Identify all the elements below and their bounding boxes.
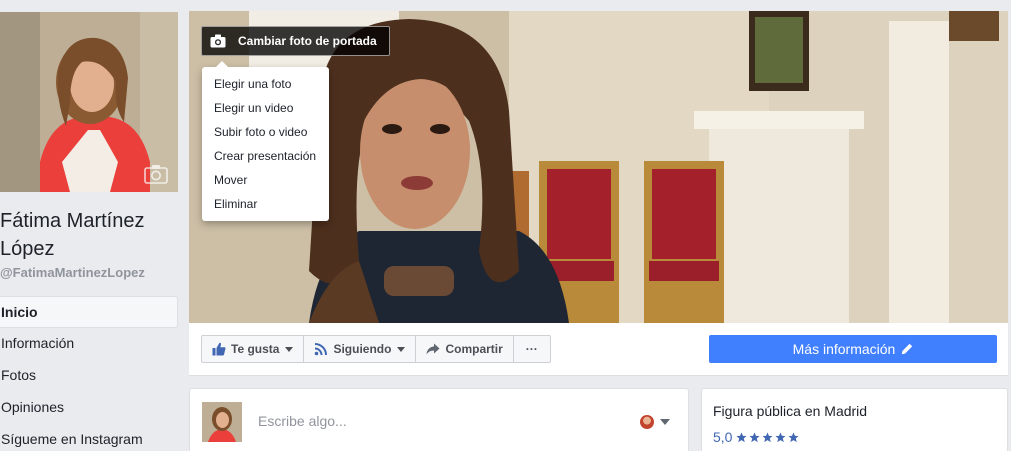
- page-category[interactable]: Figura pública en Madrid: [713, 403, 867, 419]
- nav-item-informacion[interactable]: Información: [0, 328, 178, 360]
- change-cover-label: Cambiar foto de portada: [238, 34, 377, 48]
- star-icon: [749, 431, 761, 442]
- page-nav: Inicio Información Fotos Opiniones Sígue…: [0, 296, 178, 451]
- left-column: Fátima Martínez López @FatimaMartinezLop…: [0, 0, 178, 451]
- cover-photo: Cambiar foto de portada Elegir una foto …: [189, 11, 1008, 323]
- page-name: Fátima Martínez López: [0, 210, 145, 260]
- composer-avatar: [202, 402, 242, 442]
- action-bar: Te gusta Siguiendo Compartir ··· Más inf…: [189, 323, 1008, 376]
- post-composer: Escribe algo...: [189, 388, 689, 451]
- chevron-down-icon: [285, 346, 294, 352]
- change-cover-button[interactable]: Cambiar foto de portada: [201, 26, 390, 56]
- cover-menu: Elegir una foto Elegir un video Subir fo…: [202, 61, 329, 221]
- more-label: ···: [525, 342, 538, 356]
- profile-picture[interactable]: [0, 12, 178, 192]
- menu-delete[interactable]: Eliminar: [202, 192, 329, 216]
- more-button[interactable]: ···: [512, 335, 551, 363]
- share-arrow-icon: [426, 343, 440, 355]
- page-handle[interactable]: @FatimaMartinezLopez: [0, 265, 145, 280]
- star-icon: [788, 431, 800, 442]
- nav-item-fotos[interactable]: Fotos: [0, 360, 178, 392]
- rating-value: 5,0: [713, 429, 733, 445]
- nav-item-instagram[interactable]: Sígueme en Instagram: [0, 424, 178, 451]
- like-button[interactable]: Te gusta: [201, 335, 305, 363]
- page-rating[interactable]: 5,0: [713, 429, 800, 445]
- rss-icon: [315, 343, 328, 356]
- thumbs-up-icon: [212, 342, 226, 356]
- following-label: Siguiendo: [333, 342, 392, 356]
- avatar-illustration: [202, 402, 242, 442]
- star-icon: [762, 431, 774, 442]
- pencil-icon: [902, 343, 913, 355]
- more-info-label: Más información: [792, 341, 896, 357]
- about-card: Figura pública en Madrid 5,0: [701, 388, 1008, 451]
- nav-item-inicio[interactable]: Inicio: [0, 296, 178, 328]
- composer-input[interactable]: Escribe algo...: [258, 413, 347, 429]
- action-button-group: Te gusta Siguiendo Compartir ···: [201, 335, 551, 363]
- menu-choose-photo[interactable]: Elegir una foto: [202, 72, 329, 96]
- like-label: Te gusta: [231, 342, 280, 356]
- nav-item-opiniones[interactable]: Opiniones: [0, 392, 178, 424]
- camera-icon: [210, 34, 226, 48]
- more-info-button[interactable]: Más información: [709, 335, 997, 363]
- menu-create-slideshow[interactable]: Crear presentación: [202, 144, 329, 168]
- profile-camera-icon[interactable]: [144, 164, 168, 184]
- post-as-selector[interactable]: [640, 415, 670, 429]
- star-icon: [775, 431, 787, 442]
- menu-move[interactable]: Mover: [202, 168, 329, 192]
- share-button[interactable]: Compartir: [415, 335, 514, 363]
- following-button[interactable]: Siguiendo: [303, 335, 417, 363]
- menu-choose-video[interactable]: Elegir un video: [202, 96, 329, 120]
- menu-upload[interactable]: Subir foto o video: [202, 120, 329, 144]
- chevron-down-icon: [397, 346, 406, 352]
- avatar: [640, 415, 654, 429]
- share-label: Compartir: [445, 342, 503, 356]
- chevron-down-icon: [660, 419, 670, 425]
- star-icon: [736, 431, 748, 442]
